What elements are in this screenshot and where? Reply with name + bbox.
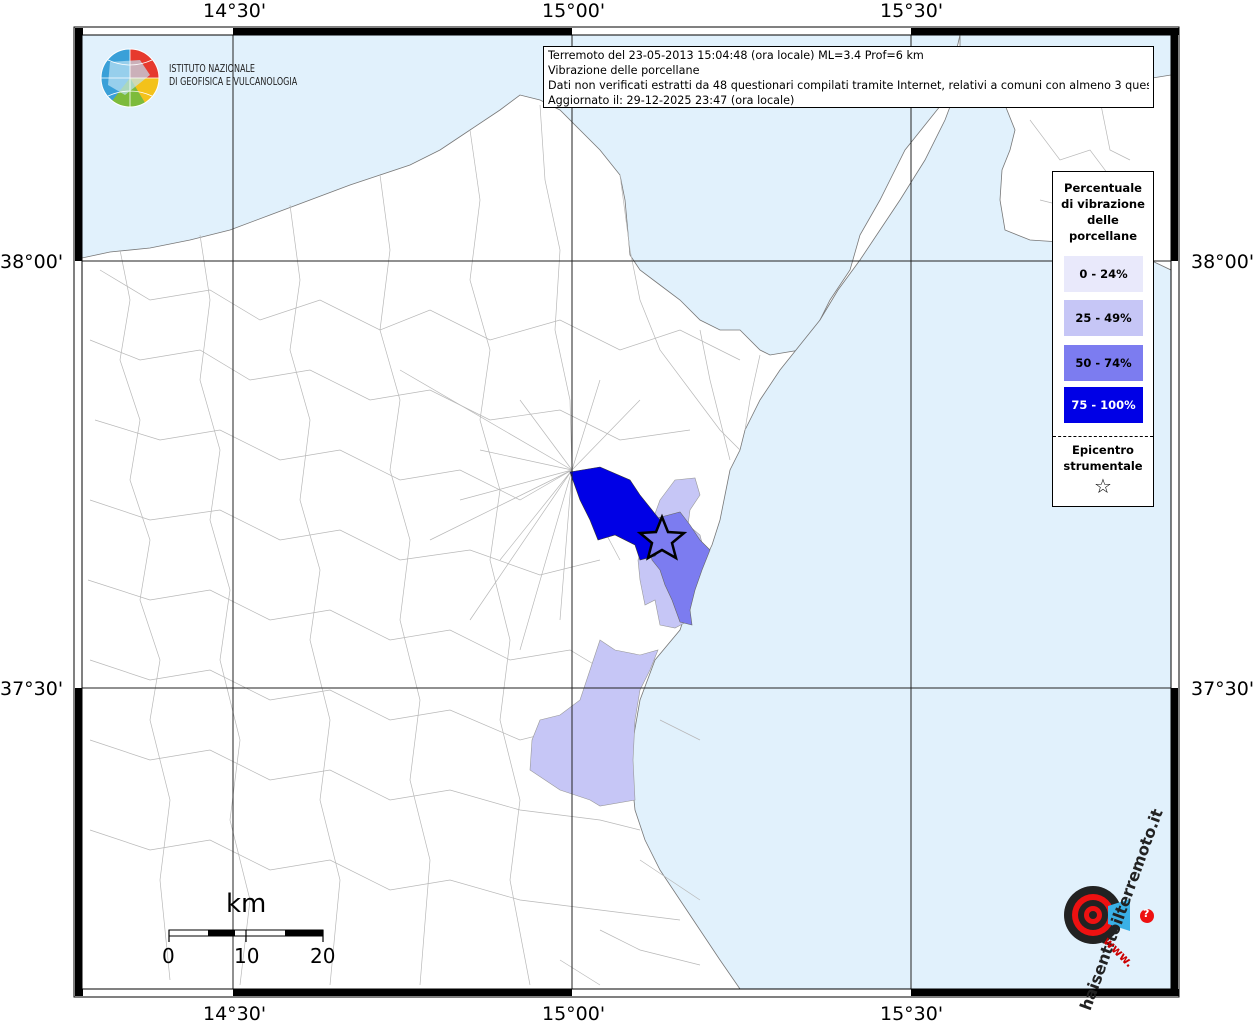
legend-item-50-74: 50 - 74% [1064,345,1143,381]
scale-label-10: 10 [234,944,260,968]
event-note: Dati non verificati estratti da 48 quest… [548,79,1149,92]
intensity-map [73,26,1180,998]
legend-title-line-2: di vibrazione [1061,197,1145,211]
lat-left-2: 37°30' [0,678,64,700]
event-parameter: Vibrazione delle porcellane [548,64,700,77]
legend-item-0-24: 0 - 24% [1064,256,1143,292]
lat-right-2: 37°30' [1191,678,1255,700]
hai-sentito-badge: ? [1143,907,1150,920]
legend-epi-line-1: Epicentro [1072,443,1134,457]
lon-bottom-3: 15°30' [880,1003,944,1025]
lon-bottom-1: 14°30' [203,1003,267,1025]
legend: Percentuale di vibrazione delle porcella… [1052,171,1154,507]
legend-item-25-49: 25 - 49% [1064,300,1143,336]
lon-top-1: 14°30' [203,0,267,22]
ingv-logo-icon [100,48,160,108]
legend-epicentre-label: Epicentro strumentale [1053,442,1153,474]
logo-line-1: ISTITUTO NAZIONALE [169,63,256,75]
lon-bottom-2: 15°00' [542,1003,606,1025]
legend-star-icon: ☆ [1094,474,1112,498]
lat-left-1: 38°00' [0,251,64,273]
lon-top-3: 15°30' [880,0,944,22]
legend-separator [1053,436,1153,437]
event-updated: Aggiornato il: 29-12-2025 23:47 (ora loc… [548,94,795,107]
logo-line-2: DI GEOFISICA E VULCANOLOGIA [169,76,298,88]
legend-title-line-1: Percentuale [1064,181,1142,195]
scale-label-0: 0 [162,944,175,968]
ingv-logo-text: ISTITUTO NAZIONALE DI GEOFISICA E VULCAN… [169,63,297,89]
scale-label-20: 20 [310,944,336,968]
legend-title-line-3: delle [1087,213,1119,227]
lon-top-2: 15°00' [542,0,606,22]
legend-item-75-100: 75 - 100% [1064,387,1143,423]
lat-right-1: 38°00' [1191,251,1255,273]
legend-title-line-4: porcellane [1068,229,1138,243]
event-info-box: Terremoto del 23-05-2013 15:04:48 (ora l… [543,46,1154,108]
legend-epi-line-2: strumentale [1063,459,1143,473]
legend-title: Percentuale di vibrazione delle porcella… [1053,180,1153,244]
scale-title: km [226,889,267,919]
event-title: Terremoto del 23-05-2013 15:04:48 (ora l… [548,49,924,62]
